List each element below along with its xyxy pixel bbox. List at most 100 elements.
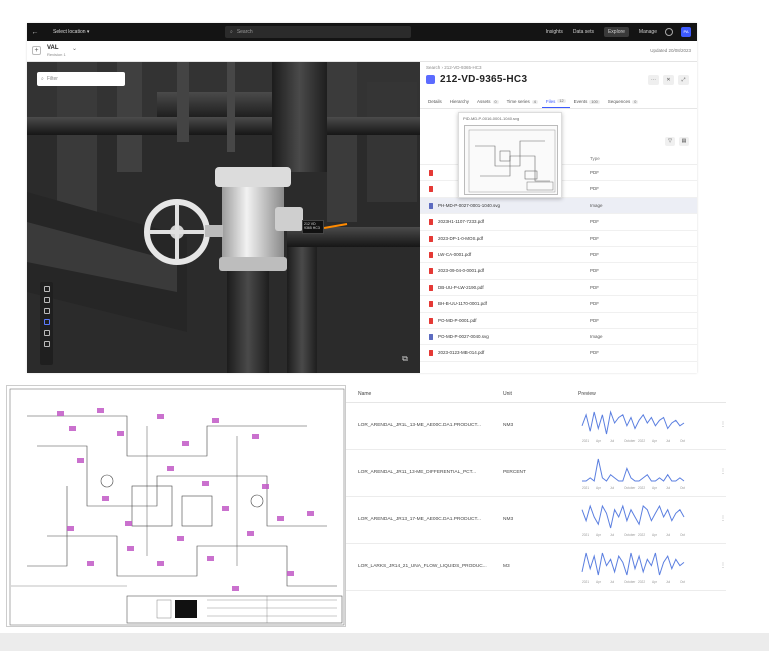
navigation-cube-icon[interactable]: ⧉ (396, 354, 414, 368)
nav-explore[interactable]: Explore (603, 27, 629, 37)
pid-tag-highlight[interactable] (182, 441, 189, 446)
pid-tag-highlight[interactable] (67, 526, 74, 531)
pid-tag-highlight[interactable] (222, 506, 229, 511)
select-icon[interactable] (43, 319, 50, 325)
file-name: 2023H1-1107-7233.pdf (438, 219, 484, 225)
row-menu-icon[interactable]: ⋮ (720, 515, 726, 522)
viewer-filter-input[interactable]: ⌕ Filter (37, 72, 125, 86)
time-series-name: LOR_ARENDAL_JR13_17-ME_AE00C.DA1.PRODUCT… (358, 517, 481, 522)
pid-drawing-canvas (9, 388, 345, 626)
sparkline-axis-label: Apr (596, 580, 602, 584)
file-type: PDF (590, 186, 599, 192)
file-row[interactable]: PH-MD-P-0027-0001-1040.svg Image (420, 197, 697, 215)
pid-tag-highlight[interactable] (167, 466, 174, 471)
file-row[interactable]: PO-MD-P-0001.pdf PDF (420, 313, 697, 329)
more-icon[interactable]: ⋯ (648, 75, 659, 85)
tab-events[interactable]: Events 100 (570, 95, 604, 108)
filter-icon[interactable]: ▽ (665, 137, 675, 146)
3d-viewer[interactable]: ⌕ Filter 212 VD 9365 HC3 ⧉ (27, 62, 420, 373)
pid-tag-highlight[interactable] (202, 481, 209, 486)
pid-tag-highlight[interactable] (247, 531, 254, 536)
column-header-unit[interactable]: Unit (503, 391, 512, 397)
pid-tag-highlight[interactable] (127, 546, 134, 551)
pid-tag-highlight[interactable] (157, 414, 164, 419)
asset-title-row: 212-VD-9365-HC3 (426, 74, 527, 85)
time-series-row[interactable]: LOR_ARENDAL_JR11_13-ME_DIFFERENTIAL_PCT.… (346, 450, 726, 497)
file-preview-popover: PID-MD-P-0016-0001-1040.svg (458, 112, 562, 198)
pid-tag-highlight[interactable] (69, 426, 76, 431)
sparkline-series (581, 410, 685, 435)
chevron-down-icon[interactable]: ⌄ (72, 45, 77, 52)
column-header-name[interactable]: Name (358, 391, 371, 397)
nav-manage[interactable]: Manage (639, 29, 657, 35)
breadcrumb[interactable]: Search › 212-VD-9365-HC3 (426, 65, 482, 70)
row-menu-icon[interactable]: ⋮ (720, 421, 726, 428)
time-series-row[interactable]: LOR_ARENDAL_JR1L_13-ME_AE00C.DA1.PRODUCT… (346, 403, 726, 450)
zoom-icon[interactable] (43, 297, 50, 303)
file-row[interactable]: 2023-0123-MB-014.pdf PDF (420, 345, 697, 362)
image-file-icon (429, 202, 433, 209)
row-menu-icon[interactable]: ⋮ (720, 562, 726, 569)
help-icon[interactable] (665, 28, 673, 36)
file-row[interactable]: BH-B-UU-1170-0001.pdf PDF (420, 296, 697, 313)
pid-tag-highlight[interactable] (102, 496, 109, 501)
fit-view-icon[interactable] (43, 286, 50, 292)
pid-tag-highlight[interactable] (277, 516, 284, 521)
pid-tag-highlight[interactable] (287, 571, 294, 576)
pid-tag-highlight[interactable] (125, 521, 132, 526)
tab-hierarchy[interactable]: Hierarchy (446, 95, 473, 108)
pid-tag-highlight[interactable] (157, 561, 164, 566)
pid-tag-highlight[interactable] (207, 556, 214, 561)
location-selector[interactable]: Select location ▾ (53, 29, 89, 35)
expand-icon[interactable]: ⤢ (678, 75, 689, 85)
file-row[interactable]: 2023-DP-1-0-MOS.pdf PDF (420, 231, 697, 247)
sparkline-chart: 2021 Apr Jul October 2022 Apr Jul Oct (581, 552, 685, 584)
pdf-file-icon (429, 251, 433, 258)
file-row[interactable]: 2023-09-04-0-0001.pdf PDF (420, 263, 697, 280)
tab-details[interactable]: Details (424, 95, 446, 108)
pid-tag-highlight[interactable] (212, 418, 219, 423)
file-row[interactable]: DB-UU-P-LW-2190.pdf PDF (420, 280, 697, 297)
column-header-type[interactable]: Type (590, 156, 600, 161)
nav-data-sets[interactable]: Data sets (573, 29, 594, 35)
back-icon[interactable]: ← (27, 29, 43, 36)
view-name: VAL (47, 45, 59, 51)
pid-tag-highlight[interactable] (97, 408, 104, 413)
pid-tag-highlight[interactable] (177, 536, 184, 541)
asset-tag-label[interactable]: 212 VD 9365 HC3 (302, 220, 324, 234)
row-menu-icon[interactable]: ⋮ (720, 468, 726, 475)
pid-tag-highlight[interactable] (307, 511, 314, 516)
history-icon[interactable] (43, 341, 50, 347)
file-row[interactable]: LW-CA-0001.pdf PDF (420, 247, 697, 264)
nav-insights[interactable]: Insights (546, 29, 563, 35)
close-icon[interactable]: ✕ (663, 75, 674, 85)
pid-tag-highlight[interactable] (252, 434, 259, 439)
column-header-preview[interactable]: Preview (578, 391, 596, 397)
tab-files[interactable]: Files 12 (541, 95, 570, 108)
measure-icon[interactable] (43, 308, 50, 314)
pid-tag-highlight[interactable] (87, 561, 94, 566)
add-icon[interactable]: + (32, 46, 41, 55)
tab-sequences[interactable]: Sequences 0 (604, 95, 643, 108)
pdf-file-icon (429, 284, 433, 291)
pid-tag-highlight[interactable] (262, 484, 269, 489)
slice-icon[interactable] (43, 330, 50, 336)
file-row[interactable]: 2023H1-1107-7233.pdf PDF (420, 214, 697, 231)
tab-time-series[interactable]: Time series 4 (503, 95, 542, 108)
time-series-row[interactable]: LOR_ARENDAL_JR13_17-ME_AE00C.DA1.PRODUCT… (346, 497, 726, 544)
pid-tag-highlight[interactable] (77, 458, 84, 463)
pid-tag-highlight[interactable] (232, 586, 239, 591)
global-search-input[interactable]: ⌕ Search (225, 26, 411, 38)
view-toggle-icon[interactable]: ▤ (679, 137, 689, 146)
time-series-name: LOR_ARENDAL_JR1L_13-ME_AE00C.DA1.PRODUCT… (358, 423, 481, 428)
file-type: PDF (590, 350, 599, 356)
user-avatar[interactable]: PA (681, 27, 691, 37)
file-type: Image (590, 333, 603, 339)
pid-tag-highlight[interactable] (57, 411, 64, 416)
tab-assets[interactable]: Assets 0 (473, 95, 503, 108)
file-type: PDF (590, 251, 599, 257)
time-series-row[interactable]: LOR_LARKS_JR14_21_UNA_FLOW_LIQUIDS_PRODU… (346, 544, 726, 591)
pid-drawing[interactable] (6, 385, 346, 627)
file-row[interactable]: PO-MD-P-0027-0040.svg Image (420, 329, 697, 346)
pid-tag-highlight[interactable] (117, 431, 124, 436)
